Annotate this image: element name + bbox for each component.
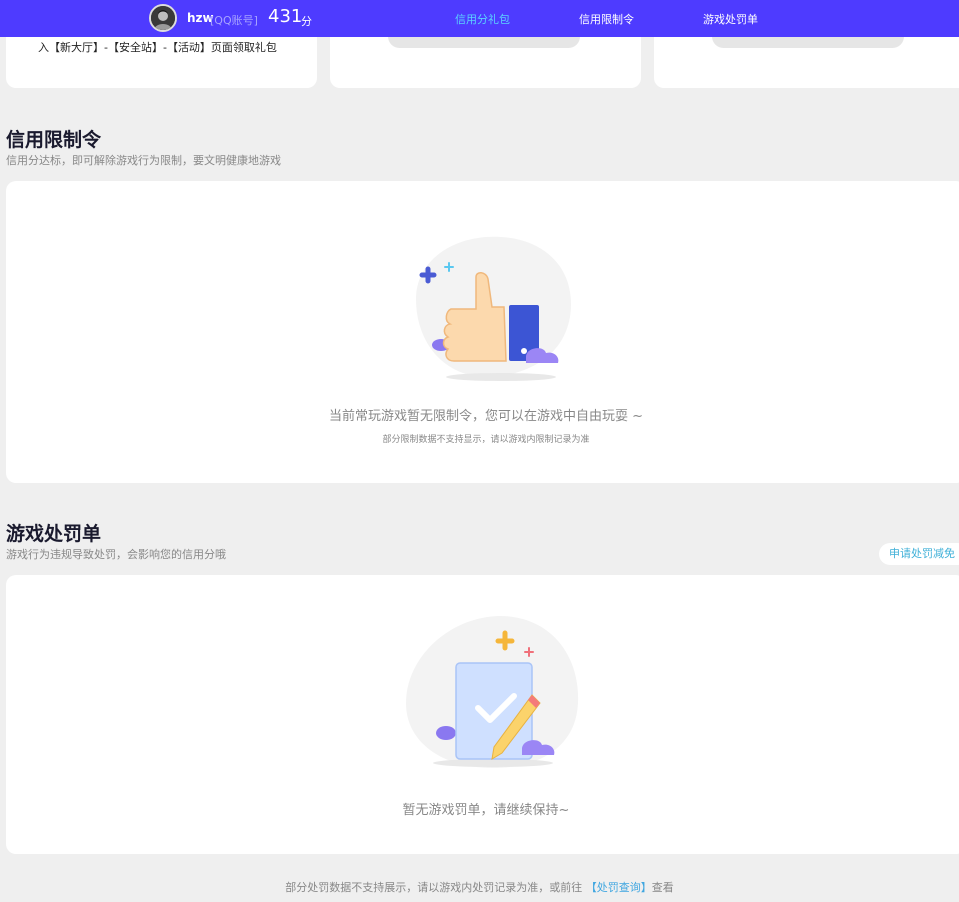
- top-bar: hzw [QQ账号] 431 分 信用分礼包 信用限制令 游戏处罚单: [0, 0, 959, 37]
- clipboard-pencil-illustration: [406, 615, 579, 768]
- gift-card-1-text: 入【新大厅】-【安全站】-【活动】页面领取礼包: [38, 41, 277, 54]
- avatar[interactable]: [149, 4, 177, 32]
- footer-note: 部分处罚数据不支持展示，请以游戏内处罚记录为准，或前往 【处罚查询】查看: [0, 879, 959, 895]
- nav-credit-gift[interactable]: 信用分礼包: [455, 11, 510, 27]
- penalty-subtitle: 游戏行为违规导致处罚，会影响您的信用分哦: [6, 548, 226, 561]
- credit-score: 431: [268, 6, 303, 27]
- nav-credit-restriction[interactable]: 信用限制令: [579, 11, 634, 27]
- penalty-query-link[interactable]: 【处罚查询】: [586, 881, 652, 894]
- restriction-empty-note: 部分限制数据不支持显示，请以游戏内限制记录为准: [382, 435, 590, 445]
- penalty-panel: 暂无游戏罚单，请继续保持~: [6, 575, 959, 854]
- nav-game-penalty[interactable]: 游戏处罚单: [703, 11, 758, 27]
- penalty-empty-message: 暂无游戏罚单，请继续保持~: [402, 803, 570, 818]
- apply-penalty-relief-button[interactable]: 申请处罚减免: [879, 543, 959, 565]
- restriction-title: 信用限制令: [6, 129, 102, 151]
- thumbs-up-illustration: [416, 236, 571, 381]
- penalty-title: 游戏处罚单: [6, 523, 102, 545]
- restriction-subtitle: 信用分达标，即可解除游戏行为限制，要文明健康地游戏: [6, 154, 281, 167]
- footer-text-after: 查看: [651, 881, 674, 894]
- restriction-panel: 当前常玩游戏暂无限制令，您可以在游戏中自由玩耍 ~ 部分限制数据不支持显示，请以…: [6, 181, 959, 483]
- restriction-empty-message: 当前常玩游戏暂无限制令，您可以在游戏中自由玩耍 ~: [328, 409, 644, 424]
- credit-score-unit: 分: [301, 15, 312, 28]
- footer-text-before: 部分处罚数据不支持展示，请以游戏内处罚记录为准，或前往: [285, 881, 583, 894]
- account-type: [QQ账号]: [210, 14, 258, 27]
